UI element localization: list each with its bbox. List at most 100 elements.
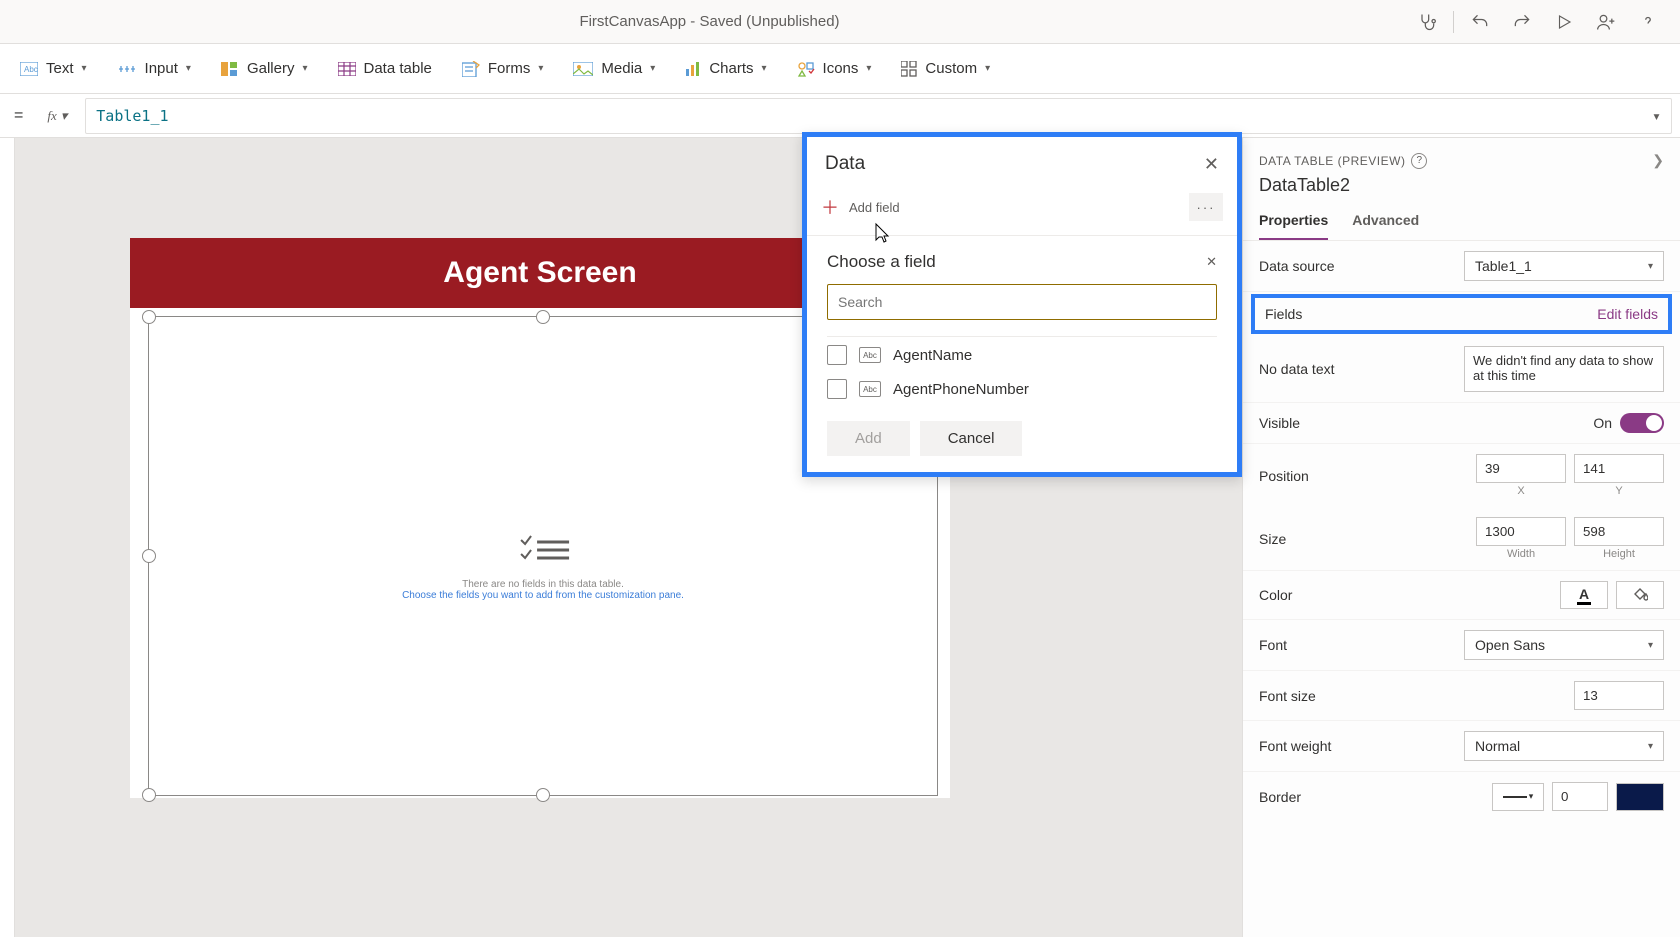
data-panel: Data ✕ ＋ Add field ··· Choose a field ✕	[802, 132, 1242, 477]
chevron-down-icon: ▾	[1648, 741, 1653, 752]
equals-label: =	[8, 107, 29, 125]
insert-media[interactable]: Media▾	[573, 60, 655, 77]
label-fontsize: Font size	[1259, 688, 1316, 704]
choose-field-title: Choose a field	[827, 252, 936, 272]
chevron-down-icon: ▾	[61, 108, 68, 124]
stethoscope-icon[interactable]	[1407, 2, 1447, 42]
resize-handle[interactable]	[142, 788, 156, 802]
visible-toggle[interactable]	[1620, 413, 1664, 433]
add-button[interactable]: Add	[827, 421, 910, 456]
play-button[interactable]	[1544, 2, 1584, 42]
visible-state: On	[1593, 415, 1612, 431]
tab-advanced[interactable]: Advanced	[1352, 206, 1419, 240]
chevron-down-icon: ▾	[866, 63, 871, 74]
insert-charts[interactable]: Charts▾	[685, 60, 766, 77]
control-category: DATA TABLE (PREVIEW) ?	[1259, 153, 1427, 169]
position-y-input[interactable]	[1574, 454, 1664, 483]
text-icon: Abc	[20, 62, 38, 76]
app-title: FirstCanvasApp - Saved (Unpublished)	[12, 13, 1407, 30]
fontweight-select[interactable]: Normal▾	[1464, 731, 1664, 761]
label-font: Font	[1259, 637, 1287, 653]
insert-datatable[interactable]: Data table	[338, 60, 432, 77]
resize-handle[interactable]	[142, 549, 156, 563]
media-icon	[573, 62, 593, 76]
insert-icons[interactable]: Icons▾	[797, 60, 872, 77]
chevron-down-icon: ▾	[1648, 261, 1653, 272]
checkbox[interactable]	[827, 345, 847, 365]
gallery-icon	[221, 62, 239, 76]
position-x-input[interactable]	[1476, 454, 1566, 483]
cancel-button[interactable]: Cancel	[920, 421, 1023, 456]
chevron-down-icon: ▾	[650, 63, 655, 74]
chevron-down-icon: ▾	[186, 63, 191, 74]
insert-gallery[interactable]: Gallery▾	[221, 60, 308, 77]
font-select[interactable]: Open Sans▾	[1464, 630, 1664, 660]
nodata-text-input[interactable]: We didn't find any data to show at this …	[1464, 346, 1664, 392]
chevron-down-icon: ▾	[762, 63, 767, 74]
formula-input[interactable]: Table1_1 ▾	[85, 98, 1672, 134]
prop-tabs: Properties Advanced	[1243, 206, 1680, 241]
close-icon[interactable]: ✕	[1206, 254, 1217, 270]
insert-forms[interactable]: Forms▾	[462, 60, 544, 77]
fx-button[interactable]: fx ▾	[39, 104, 75, 128]
title-bar: FirstCanvasApp - Saved (Unpublished)	[0, 0, 1680, 44]
label-visible: Visible	[1259, 415, 1300, 431]
height-input[interactable]	[1574, 517, 1664, 546]
insert-input[interactable]: Input▾	[117, 60, 191, 77]
tab-properties[interactable]: Properties	[1259, 206, 1328, 240]
border-width-input[interactable]	[1552, 782, 1608, 811]
insert-text[interactable]: Abc Text▾	[20, 60, 87, 77]
svg-text:Abc: Abc	[24, 65, 38, 74]
custom-icon	[901, 61, 917, 77]
expand-icon[interactable]: ❯	[1652, 152, 1664, 169]
width-input[interactable]	[1476, 517, 1566, 546]
border-style-button[interactable]: ▾	[1492, 783, 1544, 811]
insert-ribbon: Abc Text▾ Input▾ Gallery▾ Data table For…	[0, 44, 1680, 94]
empty-line1: There are no fields in this data table.	[402, 579, 684, 590]
workspace: Agent Screen There are no fields in this…	[0, 138, 1680, 937]
add-field-button[interactable]: ＋ Add field	[821, 194, 900, 220]
text-type-icon: Abc	[859, 381, 881, 397]
redo-button[interactable]	[1502, 2, 1542, 42]
field-option-agentname[interactable]: Abc AgentName	[827, 345, 1217, 365]
help-icon[interactable]: ?	[1411, 153, 1427, 169]
label-fontweight: Font weight	[1259, 738, 1331, 754]
datasource-select[interactable]: Table1_1▾	[1464, 251, 1664, 281]
help-button[interactable]	[1628, 2, 1668, 42]
plus-icon: ＋	[821, 194, 839, 220]
font-color-button[interactable]: A	[1560, 581, 1608, 609]
data-panel-title: Data	[825, 153, 865, 175]
left-rail[interactable]	[0, 138, 15, 937]
chevron-down-icon: ▾	[302, 63, 307, 74]
border-color-swatch[interactable]	[1616, 783, 1664, 811]
charts-icon	[685, 62, 701, 76]
forms-icon	[462, 61, 480, 77]
edit-fields-link[interactable]: Edit fields	[1597, 306, 1658, 322]
datatable-icon	[338, 62, 356, 76]
more-options-button[interactable]: ···	[1189, 193, 1223, 221]
label-datasource: Data source	[1259, 258, 1334, 274]
resize-handle[interactable]	[142, 310, 156, 324]
control-name: DataTable2	[1243, 169, 1680, 206]
empty-state: There are no fields in this data table. …	[402, 532, 684, 601]
resize-handle[interactable]	[536, 310, 550, 324]
insert-custom[interactable]: Custom▾	[901, 60, 990, 77]
chevron-down-icon: ▾	[1648, 640, 1653, 651]
fontsize-input[interactable]	[1574, 681, 1664, 710]
chevron-down-icon: ▾	[82, 63, 87, 74]
properties-panel: DATA TABLE (PREVIEW) ? ❯ DataTable2 Prop…	[1242, 138, 1680, 937]
share-button[interactable]	[1586, 2, 1626, 42]
field-search-input[interactable]	[827, 284, 1217, 320]
undo-button[interactable]	[1460, 2, 1500, 42]
canvas-area: Agent Screen There are no fields in this…	[0, 138, 1242, 937]
checkbox[interactable]	[827, 379, 847, 399]
close-icon[interactable]: ✕	[1204, 154, 1219, 175]
chevron-down-icon: ▾	[538, 63, 543, 74]
fields-row-highlight: Fields Edit fields	[1251, 294, 1672, 334]
resize-handle[interactable]	[536, 788, 550, 802]
icons-icon	[797, 61, 815, 77]
fill-color-button[interactable]	[1616, 581, 1664, 609]
chevron-down-icon: ▾	[985, 63, 990, 74]
expand-formula-icon[interactable]: ▾	[1652, 107, 1661, 125]
field-option-agentphone[interactable]: Abc AgentPhoneNumber	[827, 379, 1217, 399]
